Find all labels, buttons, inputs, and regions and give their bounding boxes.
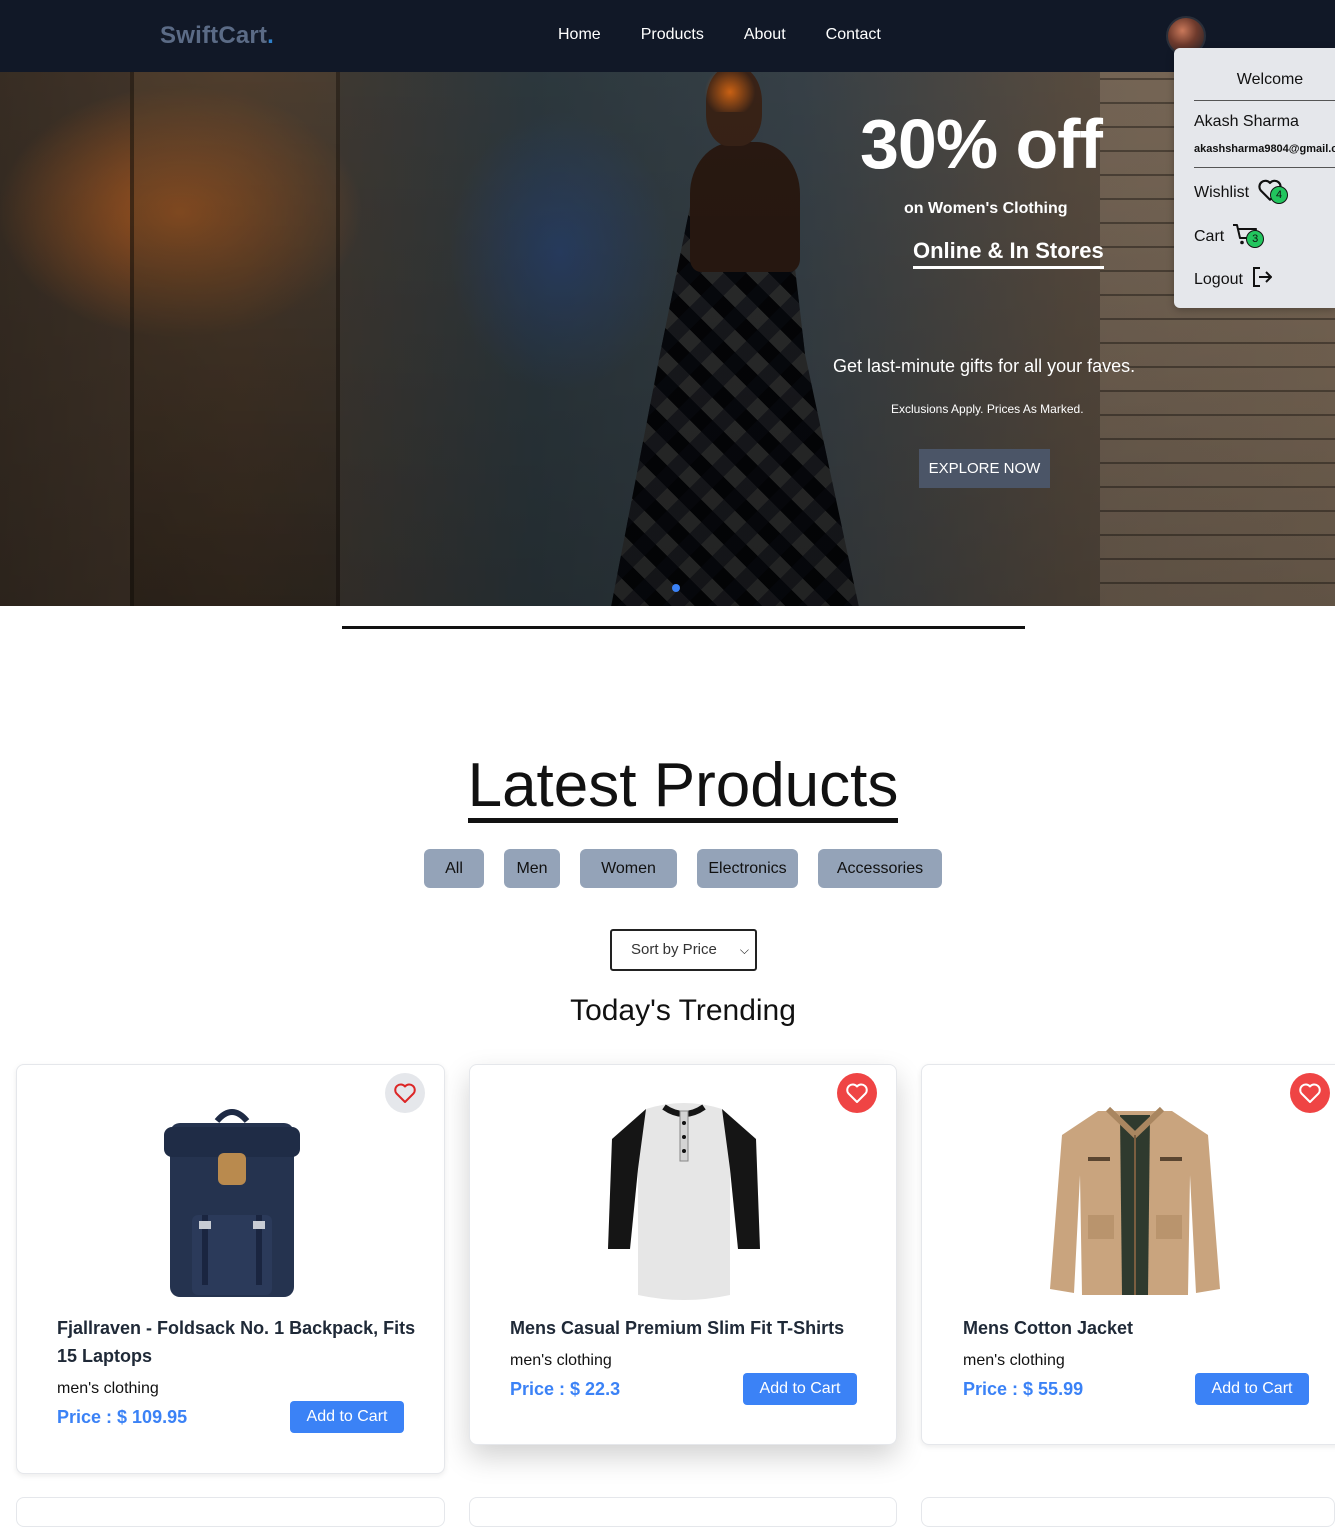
trending-heading: Today's Trending [570,994,796,1027]
product-category: men's clothing [510,1352,612,1369]
product-title[interactable]: Mens Casual Premium Slim Fit T-Shirts [510,1314,870,1342]
heart-icon [846,1083,868,1103]
filter-women-button[interactable]: Women [580,849,677,888]
product-price: Price : $ 22.3 [510,1379,621,1399]
add-to-cart-button[interactable]: Add to Cart [290,1401,404,1433]
cart-link[interactable]: Cart 3 [1194,222,1265,251]
add-to-cart-button[interactable]: Add to Cart [743,1373,857,1405]
hero-exclusions: Exclusions Apply. Prices As Marked. [891,402,1084,416]
cart-label: Cart [1194,227,1225,245]
dropdown-divider [1194,167,1335,168]
filter-men-button[interactable]: Men [504,849,560,888]
product-title[interactable]: Fjallraven - Foldsack No. 1 Backpack, Fi… [57,1314,417,1370]
user-email: akashsharma9804@gmail.c [1194,143,1335,155]
section-divider [342,626,1025,629]
nav-link-about[interactable]: About [744,26,786,44]
product-price: Price : $ 109.95 [57,1407,188,1427]
logout-label: Logout [1194,270,1243,288]
sort-label: Sort by Price [631,941,717,958]
product-card[interactable] [469,1497,897,1527]
nav-links: Home Products About Contact [558,26,881,44]
logout-link[interactable]: Logout [1194,266,1273,293]
heart-icon [1299,1083,1321,1103]
latest-products-heading: Latest Products [0,750,1335,823]
nav-link-products[interactable]: Products [641,26,704,44]
product-card[interactable]: Mens Cotton Jacket men's clothing Price … [921,1064,1335,1445]
navbar: SwiftCart. Home Products About Contact [0,0,1335,72]
carousel-indicator[interactable] [672,584,680,592]
dropdown-divider [1194,100,1335,101]
wishlist-label: Wishlist [1194,183,1250,201]
product-category: men's clothing [963,1352,1065,1369]
sort-by-price-select[interactable]: Sort by Price ⌵ [610,929,757,971]
chevron-down-icon: ⌵ [739,943,749,957]
product-card[interactable]: Mens Casual Premium Slim Fit T-Shirts me… [469,1064,897,1445]
wishlist-heart-button[interactable] [385,1073,425,1113]
product-card[interactable] [921,1497,1335,1527]
product-category: men's clothing [57,1380,159,1397]
product-price: Price : $ 55.99 [963,1379,1084,1399]
hero-headline: 30% off [860,105,1103,183]
heart-icon [394,1083,416,1103]
product-title[interactable]: Mens Cotton Jacket [963,1314,1323,1342]
filter-accessories-button[interactable]: Accessories [818,849,942,888]
hero-gifts-text: Get last-minute gifts for all your faves… [833,356,1136,376]
hero-subline: on Women's Clothing [904,200,1068,217]
dropdown-welcome: Welcome [1236,71,1304,88]
wishlist-heart-button[interactable] [837,1073,877,1113]
logout-icon [1251,266,1273,293]
logo[interactable]: SwiftCart. [160,22,274,50]
cart-count-badge: 3 [1246,230,1265,248]
hero-banner: 30% off on Women's Clothing Online & In … [0,72,1335,606]
filter-all-button[interactable]: All [424,849,484,888]
nav-link-home[interactable]: Home [558,26,601,44]
hero-stores: Online & In Stores [913,238,1104,269]
product-card[interactable] [16,1497,445,1527]
product-image-t-shirt [608,1103,760,1300]
heart-icon: 4 [1257,178,1289,207]
wishlist-heart-button[interactable] [1290,1073,1330,1113]
filter-electronics-button[interactable]: Electronics [697,849,798,888]
nav-link-contact[interactable]: Contact [826,26,881,44]
cart-icon: 3 [1232,222,1265,251]
user-name: Akash Sharma [1194,113,1299,130]
user-dropdown: Welcome Akash Sharma akashsharma9804@gma… [1174,48,1335,308]
product-image-backpack [164,1109,300,1297]
explore-now-button[interactable]: EXPLORE NOW [919,449,1050,488]
product-card[interactable]: Fjallraven - Foldsack No. 1 Backpack, Fi… [16,1064,445,1474]
wishlist-count-badge: 4 [1270,186,1289,204]
product-image-jacket [1050,1106,1220,1295]
wishlist-link[interactable]: Wishlist 4 [1194,178,1289,207]
add-to-cart-button[interactable]: Add to Cart [1195,1373,1309,1405]
